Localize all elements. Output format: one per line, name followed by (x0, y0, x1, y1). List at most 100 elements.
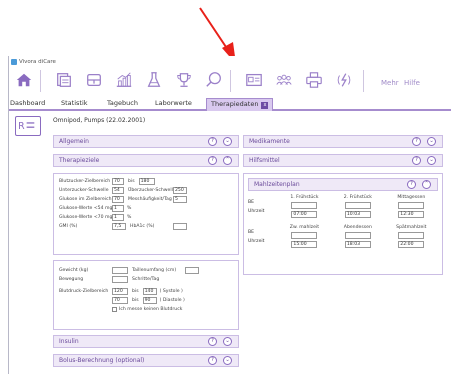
tab-dashboard[interactable]: Dashboard (10, 98, 45, 111)
toolbar-separator (230, 70, 231, 92)
meal-name: Zw. mahlzeit (289, 225, 319, 230)
id-card-icon[interactable] (243, 69, 265, 91)
search-icon[interactable] (203, 69, 225, 91)
tab-laborwerte[interactable]: Laborwerte (155, 98, 192, 111)
tab-statistik[interactable]: Statistik (61, 98, 88, 111)
section-medikamente[interactable]: Medikamente ? ⌄ (243, 135, 443, 148)
meal-slot: Spätmahlzeit 22:00 (385, 225, 438, 248)
right-column: Medikamente ? ⌄ Hilfsmittel ? ⌄ Mahlzeiten… (243, 135, 443, 280)
meal-be-field[interactable] (398, 202, 425, 209)
section-mahlzeitenplan[interactable]: Mahlzeitenplan ? ⌃ (248, 178, 438, 191)
meal-time-field[interactable]: 15:00 (291, 241, 318, 248)
more-menu[interactable]: Mehr (381, 79, 399, 87)
statistics-icon[interactable] (113, 69, 135, 91)
meal-be-field[interactable] (291, 202, 318, 209)
section-allgemein[interactable]: Allgemein ? ⌄ (53, 135, 239, 148)
meal-row-2: BE Uhrzeit Zw. mahlzeit 15:00 Abendessen… (248, 225, 438, 248)
bz-label: Blutzucker-Zielbereich (59, 179, 111, 184)
section-hilfsmittel[interactable]: Hilfsmittel ? ⌄ (243, 154, 443, 167)
hba1c-field[interactable] (173, 223, 187, 230)
vital-panel: Gewicht (kg) Taillenumfang (cm) Bewegung S… (53, 260, 239, 330)
meal-slot: Mittagessen 12:30 (385, 195, 438, 218)
collapse-icon[interactable]: ⌃ (422, 180, 431, 189)
mess-label: Messhäufigkeit/Tag (128, 197, 172, 202)
no-bp-checkbox[interactable] (112, 307, 117, 312)
patient-header: R Omnipod, Pumps (22.02.2001) (9, 114, 451, 136)
help-icon[interactable]: ? (208, 337, 217, 346)
left-column: Allgemein ? ⌄ Therapieziele ? ⌃ Blutzucker… (53, 135, 239, 373)
meal-time-field[interactable]: 22:00 (398, 241, 425, 248)
bd-dia-to-field[interactable]: 90 (142, 297, 157, 304)
print-icon[interactable] (303, 69, 325, 91)
meal-time-field[interactable]: 12:30 (398, 211, 425, 218)
help-icon[interactable]: ? (208, 156, 217, 165)
close-icon[interactable]: x (261, 102, 269, 109)
meal-time-field[interactable]: 10:03 (344, 211, 371, 218)
collapse-icon[interactable]: ⌃ (223, 156, 232, 165)
gmi-label: GMI (%) (59, 224, 78, 229)
home-icon[interactable] (13, 69, 35, 91)
tab-tagebuch[interactable]: Tagebuch (107, 98, 138, 111)
gluk70-field[interactable]: 1 (112, 214, 124, 221)
main-toolbar: Mehr Hilfe (9, 66, 451, 96)
expand-icon[interactable]: ⌄ (427, 156, 436, 165)
meal-name: Mittagessen (397, 195, 426, 200)
meal-be-field[interactable] (344, 202, 371, 209)
meal-slot: 2. Frühstück 10:03 (331, 195, 384, 218)
meal-be-field[interactable] (398, 232, 425, 239)
bis-label: bis (132, 289, 139, 294)
section-title: Mahlzeitenplan (254, 181, 300, 188)
tab-therapiedaten[interactable]: Therapiedaten x (206, 98, 274, 111)
dashboard-icon[interactable] (53, 69, 75, 91)
gmi-field[interactable]: 7,5 (112, 223, 126, 230)
unter-field[interactable]: 54 (112, 187, 124, 194)
bd-sys-to-field[interactable]: 140 (142, 288, 157, 295)
expand-icon[interactable]: ⌄ (427, 137, 436, 146)
help-icon[interactable]: ? (208, 356, 217, 365)
section-title: Insulin (59, 338, 79, 345)
toolbar-separator (363, 70, 364, 92)
bd-sys-from-field[interactable]: 120 (112, 288, 128, 295)
bz-from-field[interactable]: 70 (112, 178, 124, 185)
mahlzeitenplan-panel: Mahlzeitenplan ? ⌃ BE Uhrzeit 1. Frühstüc… (243, 173, 443, 275)
patient-name: Omnipod, Pumps (22.02.2001) (53, 117, 146, 124)
section-title: Allgemein (59, 138, 89, 145)
trophy-icon[interactable] (173, 69, 195, 91)
meal-slot: Abendessen 18:03 (331, 225, 384, 248)
meal-time-field[interactable]: 07:00 (291, 211, 318, 218)
help-icon[interactable]: ? (208, 137, 217, 146)
uhrzeit-label: Uhrzeit (248, 239, 265, 244)
logbook-icon[interactable] (83, 69, 105, 91)
help-icon[interactable]: ? (412, 137, 421, 146)
expand-icon[interactable]: ⌄ (223, 356, 232, 365)
users-icon[interactable] (273, 69, 295, 91)
lab-flask-icon[interactable] (143, 69, 165, 91)
help-icon[interactable]: ? (407, 180, 416, 189)
mess-field[interactable]: 5 (173, 196, 187, 203)
sync-icon[interactable] (333, 69, 355, 91)
unter-label: Unterzucker-Schwelle (59, 188, 109, 193)
taille-field[interactable] (185, 267, 199, 274)
bis-label: bis (132, 298, 139, 303)
expand-icon[interactable]: ⌄ (223, 337, 232, 346)
gluk54-field[interactable]: 1 (112, 205, 124, 212)
section-insulin[interactable]: Insulin ? ⌄ (53, 335, 239, 348)
help-menu[interactable]: Hilfe (404, 79, 420, 87)
help-icon[interactable]: ? (412, 156, 421, 165)
section-bolus[interactable]: Bolus-Berechnung (optional) ? ⌄ (53, 354, 239, 367)
gluk-zb-field[interactable]: 70 (112, 196, 124, 203)
bewegung-field[interactable] (112, 276, 128, 283)
section-therapieziele[interactable]: Therapieziele ? ⌃ (53, 154, 239, 167)
percent-label: % (127, 206, 132, 211)
expand-icon[interactable]: ⌄ (223, 137, 232, 146)
gewicht-label: Gewicht (kg) (59, 268, 89, 273)
ueber-field[interactable]: 250 (173, 187, 187, 194)
meal-be-field[interactable] (344, 232, 371, 239)
bz-to-field[interactable]: 180 (138, 178, 155, 185)
bd-dia-from-field[interactable]: 70 (112, 297, 128, 304)
window-title: Vivora diCare (19, 59, 56, 65)
percent-label: % (127, 215, 132, 220)
meal-time-field[interactable]: 18:03 (344, 241, 371, 248)
meal-be-field[interactable] (291, 232, 318, 239)
gewicht-field[interactable] (112, 267, 128, 274)
